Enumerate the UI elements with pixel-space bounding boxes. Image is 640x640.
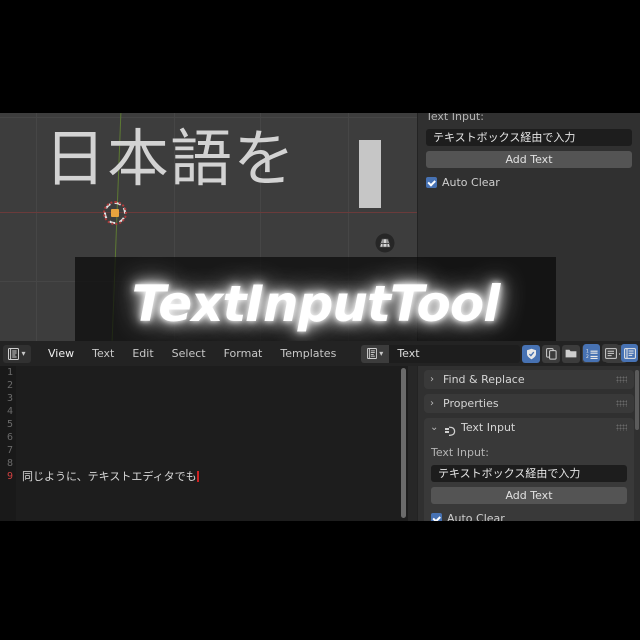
viewport-text-object[interactable]: 日本語を bbox=[44, 128, 296, 190]
fake-user-button[interactable] bbox=[522, 344, 541, 363]
upper-text-input-field[interactable]: テキストボックス経由で入力 bbox=[426, 129, 632, 146]
title-overlay-text: TextInputTool bbox=[131, 275, 501, 333]
code-line[interactable] bbox=[16, 366, 408, 379]
menu-templates[interactable]: Templates bbox=[271, 347, 345, 360]
text-datablock-selector[interactable]: ▾ Text bbox=[361, 344, 521, 363]
3d-cursor-icon bbox=[103, 201, 127, 225]
text-editor-header: ▾ View Text Edit Select Format Templates… bbox=[0, 341, 640, 366]
code-line[interactable] bbox=[16, 379, 408, 392]
panel-grip-icon[interactable] bbox=[616, 376, 627, 383]
sidebar-vertical-scrollbar[interactable] bbox=[635, 370, 639, 430]
editor-vertical-scrollbar[interactable] bbox=[401, 368, 406, 518]
sidebar-add-text-button[interactable]: Add Text bbox=[431, 487, 627, 504]
panel-text-input-header[interactable]: ⌄ Text Input bbox=[424, 418, 634, 437]
line-number: 1 bbox=[6, 367, 13, 378]
code-line[interactable] bbox=[16, 444, 408, 457]
editor-type-selector[interactable]: ▾ bbox=[3, 344, 31, 363]
sidebar-text-input-field[interactable]: テキストボックス経由で入力 bbox=[431, 465, 627, 482]
code-line[interactable] bbox=[16, 418, 408, 431]
chevron-down-icon: ▾ bbox=[379, 349, 384, 358]
syntax-icon bbox=[623, 347, 636, 359]
panel-text-input-body: Text Input: テキストボックス経由で入力 Add Text Auto … bbox=[424, 437, 634, 521]
menu-format[interactable]: Format bbox=[215, 347, 272, 360]
line-number: 3 bbox=[6, 393, 13, 404]
panel-text-input-title: Text Input bbox=[461, 421, 516, 434]
grid-line bbox=[0, 117, 417, 118]
upper-add-text-button[interactable]: Add Text bbox=[426, 151, 632, 168]
text-datablock-icon[interactable]: ▾ bbox=[361, 344, 390, 363]
line-number: 6 bbox=[6, 432, 13, 443]
svg-text:1: 1 bbox=[586, 348, 589, 354]
folder-icon bbox=[565, 349, 577, 358]
chevron-right-icon[interactable]: › bbox=[430, 398, 438, 409]
menu-select[interactable]: Select bbox=[163, 347, 215, 360]
svg-text:2: 2 bbox=[586, 354, 589, 359]
panel-properties[interactable]: › Properties bbox=[424, 394, 634, 413]
panel-grip-icon[interactable] bbox=[616, 424, 627, 431]
grid-line bbox=[36, 113, 37, 341]
syntax-highlight-toggle[interactable] bbox=[621, 344, 638, 362]
text-editor-icon bbox=[8, 347, 20, 360]
chevron-right-icon[interactable]: › bbox=[430, 374, 438, 385]
upper-auto-clear-label: Auto Clear bbox=[442, 176, 500, 189]
sidebar-auto-clear-row[interactable]: Auto Clear bbox=[431, 512, 627, 521]
shield-icon bbox=[526, 348, 536, 359]
panel-properties-title: Properties bbox=[443, 397, 499, 410]
checkbox-checked-icon[interactable] bbox=[431, 513, 442, 521]
upper-text-input-label: Text Input: bbox=[426, 113, 484, 123]
code-line-current[interactable]: 同じように、テキストエディタでも bbox=[16, 470, 408, 483]
x-axis-line bbox=[0, 212, 417, 213]
text-edit-caret bbox=[359, 140, 381, 208]
text-datablock-name[interactable]: Text bbox=[389, 344, 521, 363]
screenshot-root: 日本語を Text Input: テキストボックス経由で入力 Add Text … bbox=[0, 0, 640, 640]
code-line[interactable] bbox=[16, 457, 408, 470]
content-band: 日本語を Text Input: テキストボックス経由で入力 Add Text … bbox=[0, 113, 640, 521]
text-editor-body[interactable]: 1 2 3 4 5 6 7 8 9 同じように、テキストエディタでも bbox=[0, 366, 408, 521]
line-number-gutter: 1 2 3 4 5 6 7 8 9 bbox=[0, 366, 16, 521]
panel-grip-icon[interactable] bbox=[616, 400, 627, 407]
line-number-current: 9 bbox=[6, 471, 13, 482]
editor-display-toggles: 1 2 bbox=[583, 344, 638, 362]
line-numbers-icon: 1 2 bbox=[586, 348, 598, 359]
panel-properties-header[interactable]: › Properties bbox=[424, 394, 634, 413]
chevron-down-icon: ▾ bbox=[21, 349, 26, 358]
addon-plugin-icon bbox=[443, 422, 456, 436]
code-area[interactable]: 同じように、テキストエディタでも bbox=[16, 366, 408, 521]
text-editor-sidebar: › Find & Replace › Properties ⌄ Text Inp… bbox=[417, 366, 640, 521]
panel-find-replace[interactable]: › Find & Replace bbox=[424, 370, 634, 389]
line-number: 5 bbox=[6, 419, 13, 430]
line-number: 2 bbox=[6, 380, 13, 391]
line-number: 7 bbox=[6, 445, 13, 456]
code-line[interactable] bbox=[16, 405, 408, 418]
menu-edit[interactable]: Edit bbox=[123, 347, 162, 360]
sidebar-auto-clear-label: Auto Clear bbox=[447, 512, 505, 521]
panel-find-replace-header[interactable]: › Find & Replace bbox=[424, 370, 634, 389]
line-number: 4 bbox=[6, 406, 13, 417]
code-line-text: 同じように、テキストエディタでも bbox=[22, 470, 197, 483]
text-caret bbox=[196, 471, 199, 482]
word-wrap-toggle[interactable] bbox=[602, 344, 619, 362]
new-text-button[interactable] bbox=[542, 344, 561, 363]
upper-auto-clear-row[interactable]: Auto Clear bbox=[426, 176, 632, 189]
editor-sidebar-divider bbox=[408, 366, 417, 521]
panel-find-replace-title: Find & Replace bbox=[443, 373, 525, 386]
snap-grid-icon[interactable] bbox=[375, 233, 395, 253]
sidebar-text-input-label: Text Input: bbox=[431, 446, 489, 459]
copy-icon bbox=[545, 347, 557, 360]
checkbox-checked-icon[interactable] bbox=[426, 177, 437, 188]
menu-view[interactable]: View bbox=[39, 347, 83, 360]
title-overlay-band: TextInputTool bbox=[75, 257, 556, 351]
chevron-down-icon[interactable]: ⌄ bbox=[430, 422, 438, 433]
word-wrap-icon bbox=[604, 347, 617, 359]
code-line[interactable] bbox=[16, 431, 408, 444]
line-numbers-toggle[interactable]: 1 2 bbox=[583, 344, 600, 362]
line-number: 8 bbox=[6, 458, 13, 469]
menu-text[interactable]: Text bbox=[83, 347, 123, 360]
code-line[interactable] bbox=[16, 392, 408, 405]
panel-text-input[interactable]: ⌄ Text Input Text Input: テキストボックス経由で入力 A… bbox=[424, 418, 634, 521]
open-text-button[interactable] bbox=[562, 344, 581, 363]
